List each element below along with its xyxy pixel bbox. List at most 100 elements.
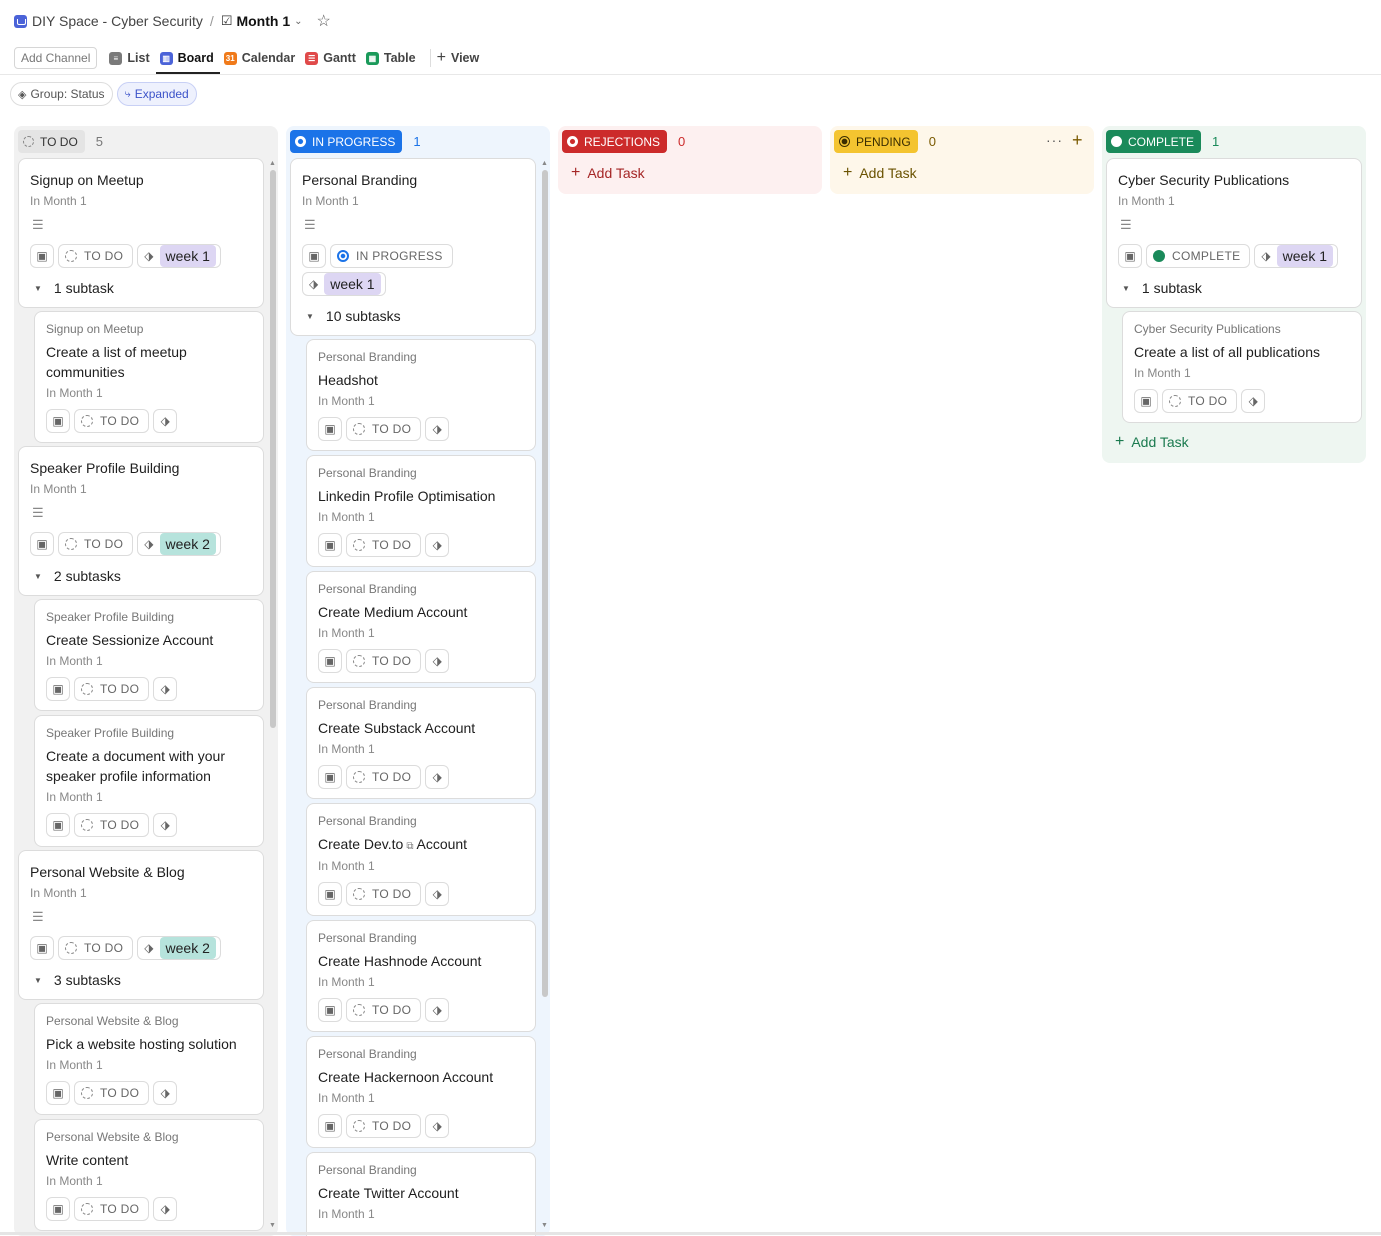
subtask-title[interactable]: Create Hashnode Account	[318, 951, 518, 971]
subtask-card[interactable]: Speaker Profile Building Create Sessioni…	[34, 599, 264, 711]
scroll-down-arrow[interactable]: ▼	[269, 1222, 276, 1229]
calendar-icon[interactable]: ▣	[318, 1114, 342, 1138]
star-icon[interactable]: ☆	[317, 11, 331, 31]
scroll-up-arrow[interactable]: ▲	[541, 160, 548, 167]
task-title[interactable]: Personal Branding	[302, 170, 417, 190]
subtask-title[interactable]: Create a list of meetup communities	[46, 342, 246, 382]
tag-icon[interactable]: ⬗	[153, 409, 178, 433]
calendar-icon[interactable]: ▣	[46, 1081, 70, 1105]
tag[interactable]: week 1	[324, 273, 381, 295]
scroll-up-arrow[interactable]: ▲	[269, 160, 276, 167]
tag[interactable]: week 2	[159, 533, 216, 555]
subtask-title[interactable]: Create Substack Account	[318, 718, 518, 738]
calendar-icon[interactable]: ▣	[46, 677, 70, 701]
calendar-icon[interactable]: ▣	[302, 244, 326, 268]
group-status-chip[interactable]: ◈ Group: Status	[10, 82, 113, 106]
tab-board[interactable]: ▥ Board	[155, 42, 220, 74]
tags-field[interactable]: ⬗ week 1	[302, 272, 386, 296]
calendar-icon[interactable]: ▣	[318, 649, 342, 673]
subtask-title[interactable]: Create Dev.to ⧉ Account	[318, 834, 518, 857]
status-button[interactable]: TO DO	[346, 1114, 422, 1138]
status-button[interactable]: TO DO	[346, 417, 422, 441]
status-button[interactable]: TO DO	[74, 409, 150, 433]
task-title[interactable]: Cyber Security Publications	[1118, 170, 1289, 190]
calendar-icon[interactable]: ▣	[46, 409, 70, 433]
status-button[interactable]: TO DO	[346, 882, 422, 906]
status-pill[interactable]: PENDING	[834, 130, 918, 153]
subtask-title[interactable]: Create a document with your speaker prof…	[46, 746, 246, 786]
scroll-down-arrow[interactable]: ▼	[541, 1222, 548, 1229]
task-title[interactable]: Personal Website & Blog	[30, 862, 185, 882]
calendar-icon[interactable]: ▣	[46, 1197, 70, 1221]
scrollbar[interactable]	[270, 170, 276, 728]
status-pill[interactable]: IN PROGRESS	[290, 130, 403, 153]
task-card[interactable]: Personal Website & Blog In Month 1 ☰ ▣ T…	[18, 850, 264, 1000]
subtask-title[interactable]: Create Medium Account	[318, 602, 518, 622]
subtask-title[interactable]: Headshot	[318, 370, 518, 390]
status-button[interactable]: TO DO	[346, 649, 422, 673]
subtask-card[interactable]: Personal Website & Blog Write content In…	[34, 1119, 264, 1231]
tags-field[interactable]: ⬗ week 2	[137, 936, 221, 960]
calendar-icon[interactable]: ▣	[1118, 244, 1142, 268]
status-button[interactable]: TO DO	[74, 813, 150, 837]
add-task-button[interactable]: + Add Task	[1115, 433, 1189, 451]
subtask-card[interactable]: Personal Branding Create Hackernoon Acco…	[306, 1036, 536, 1148]
subtask-card[interactable]: Personal Branding Create Substack Accoun…	[306, 687, 536, 799]
tag[interactable]: week 1	[159, 245, 216, 267]
status-pill[interactable]: REJECTIONS	[562, 130, 668, 153]
more-icon[interactable]: ···	[1046, 132, 1063, 148]
tag-icon[interactable]: ⬗	[425, 1114, 450, 1138]
subtask-title[interactable]: Pick a website hosting solution	[46, 1034, 246, 1054]
tag-icon[interactable]: ⬗	[425, 765, 450, 789]
tag-icon[interactable]: ⬗	[425, 417, 450, 441]
add-channel-button[interactable]: Add Channel	[14, 47, 98, 69]
calendar-icon[interactable]: ▣	[46, 813, 70, 837]
subtask-card[interactable]: Personal Branding Create Hashnode Accoun…	[306, 920, 536, 1032]
calendar-icon[interactable]: ▣	[30, 244, 54, 268]
subtasks-toggle[interactable]: ▼ 10 subtasks	[306, 308, 401, 324]
tag-icon[interactable]: ⬗	[153, 1081, 178, 1105]
chevron-down-icon[interactable]: ⌄	[294, 16, 302, 27]
status-button[interactable]: TO DO	[1162, 389, 1238, 413]
subtasks-toggle[interactable]: ▼ 3 subtasks	[34, 972, 121, 988]
tab-table[interactable]: ▦ Table	[365, 42, 416, 74]
calendar-icon[interactable]: ▣	[30, 532, 54, 556]
subtask-card[interactable]: Personal Branding Headshot In Month 1 ▣ …	[306, 339, 536, 451]
subtask-title[interactable]: Linkedin Profile Optimisation	[318, 486, 518, 506]
status-button[interactable]: COMPLETE	[1146, 244, 1251, 268]
subtask-title[interactable]: Create Sessionize Account	[46, 630, 246, 650]
tag-icon[interactable]: ⬗	[153, 1197, 178, 1221]
tags-field[interactable]: ⬗ week 1	[137, 244, 221, 268]
add-task-button[interactable]: + Add Task	[843, 164, 917, 182]
breadcrumb-list[interactable]: Month 1	[236, 13, 290, 29]
calendar-icon[interactable]: ▣	[318, 533, 342, 557]
scrollbar[interactable]	[542, 170, 548, 997]
subtask-card[interactable]: Personal Branding Linkedin Profile Optim…	[306, 455, 536, 567]
plus-icon[interactable]: +	[1072, 130, 1083, 151]
tag-icon[interactable]: ⬗	[425, 533, 450, 557]
status-button[interactable]: TO DO	[346, 765, 422, 789]
subtask-card[interactable]: Signup on Meetup Create a list of meetup…	[34, 311, 264, 443]
tag-icon[interactable]: ⬗	[425, 649, 450, 673]
add-task-button[interactable]: + Add Task	[571, 164, 645, 182]
status-button[interactable]: TO DO	[74, 1197, 150, 1221]
subtask-title[interactable]: Create Hackernoon Account	[318, 1067, 518, 1087]
status-button[interactable]: TO DO	[346, 533, 422, 557]
status-pill[interactable]: TO DO	[18, 130, 85, 153]
tag-icon[interactable]: ⬗	[153, 677, 178, 701]
tag[interactable]: week 2	[159, 937, 216, 959]
tags-field[interactable]: ⬗ week 1	[1254, 244, 1339, 268]
tag-icon[interactable]: ⬗	[153, 813, 178, 837]
subtask-title[interactable]: Create Twitter Account	[318, 1183, 518, 1203]
subtasks-toggle[interactable]: ▼ 1 subtask	[34, 280, 114, 296]
calendar-icon[interactable]: ▣	[318, 417, 342, 441]
status-button[interactable]: IN PROGRESS	[330, 244, 453, 268]
status-button[interactable]: TO DO	[58, 244, 134, 268]
subtasks-toggle[interactable]: ▼ 2 subtasks	[34, 568, 121, 584]
breadcrumb-space[interactable]: DIY Space - Cyber Security	[32, 13, 203, 29]
status-button[interactable]: TO DO	[74, 677, 150, 701]
tab-calendar[interactable]: 31 Calendar	[223, 42, 295, 74]
tag[interactable]: week 1	[1276, 245, 1334, 267]
status-button[interactable]: TO DO	[74, 1081, 150, 1105]
subtask-card[interactable]: Cyber Security Publications Create a lis…	[1122, 311, 1362, 423]
